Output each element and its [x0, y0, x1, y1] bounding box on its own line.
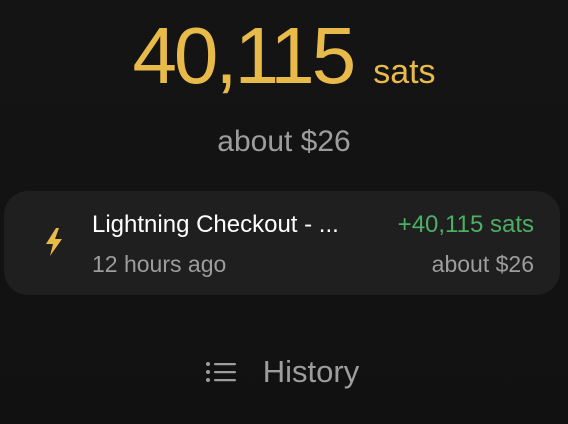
balance-amount: 40,115 [132, 11, 356, 100]
lightning-bolt-icon [46, 228, 62, 256]
transaction-time: 12 hours ago [92, 251, 227, 277]
history-label: History [262, 354, 360, 389]
balance-display: 40,115 sats [0, 16, 568, 96]
wallet-screen: 40,115 sats about $26 Lightning Checkout… [0, 0, 568, 424]
balance-fiat: about $26 [217, 125, 351, 158]
transaction-title: Lightning Checkout - ... [92, 211, 339, 238]
balance-unit: sats [373, 53, 436, 91]
transaction-amount: +40,115 sats [397, 211, 534, 238]
list-icon [205, 362, 236, 382]
history-button[interactable]: History [0, 352, 568, 392]
transaction-item[interactable]: Lightning Checkout - ... 12 hours ago +4… [4, 191, 560, 295]
transaction-fiat: about $26 [431, 251, 534, 277]
